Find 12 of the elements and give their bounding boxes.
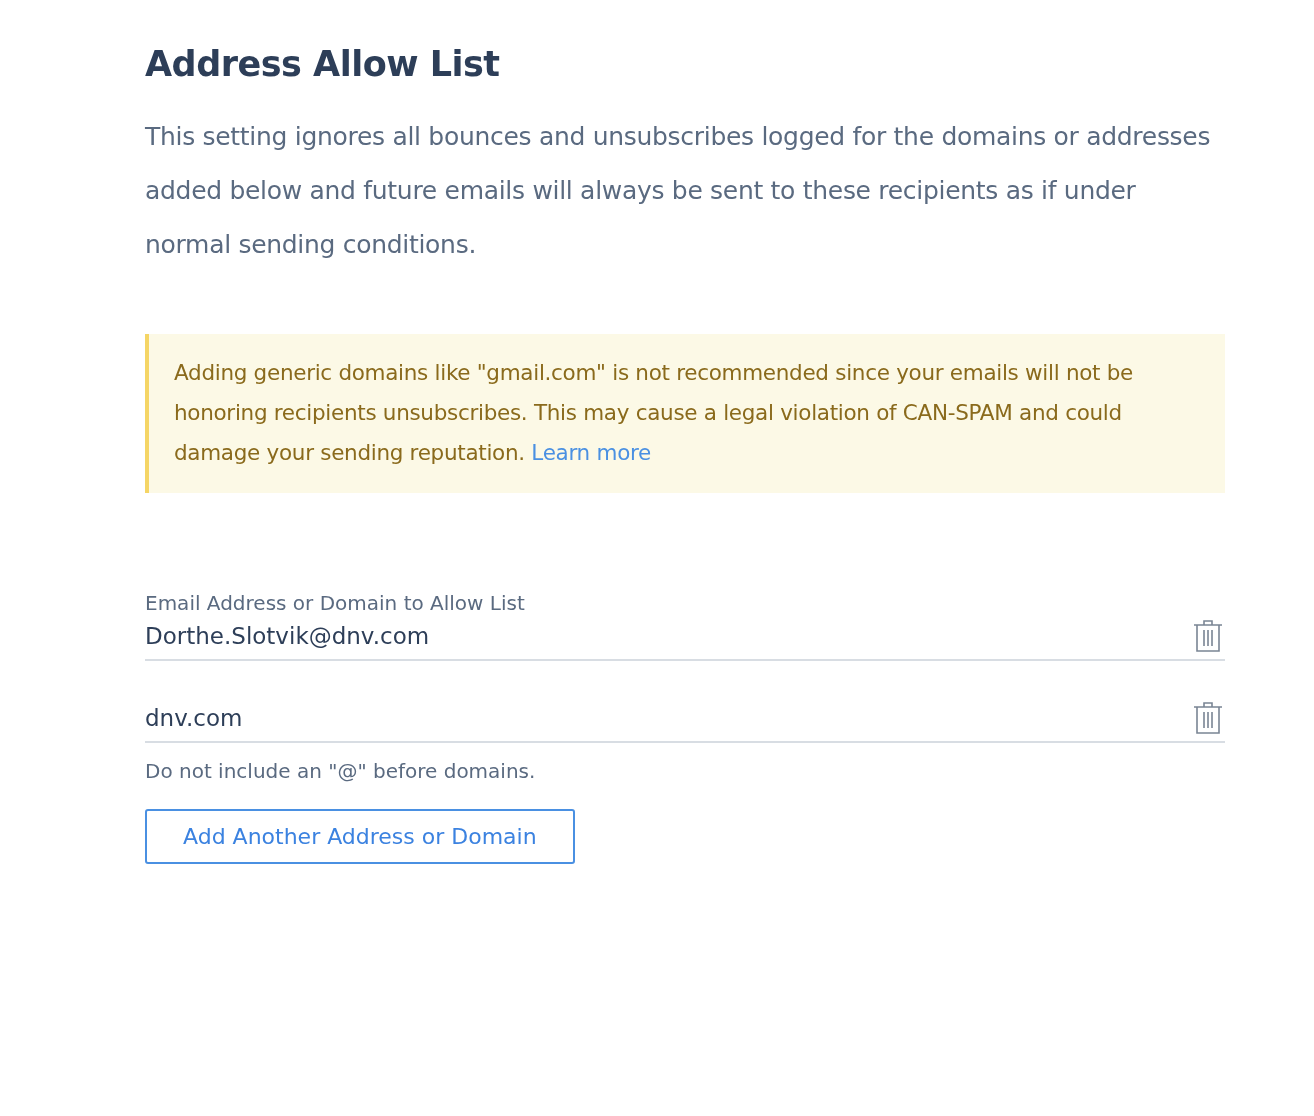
add-address-button[interactable]: Add Another Address or Domain [145,809,575,864]
delete-button[interactable] [1193,620,1223,652]
trash-icon [1193,620,1223,652]
delete-button[interactable] [1193,702,1223,734]
address-field[interactable]: dnv.com [145,701,1193,735]
trash-icon [1193,702,1223,734]
page-title: Address Allow List [145,44,501,84]
address-field[interactable]: Dorthe.Slotvik@dnv.com [145,619,1193,653]
hint-text: Do not include an "@" before domains. [145,759,536,783]
field-label: Email Address or Domain to Allow List [145,591,525,615]
description-text: This setting ignores all bounces and unsubscribes logged for the domains or addresses added below and future emails will always be sent to these recipients as if under normal sending conditions. [145,121,1212,261]
warning-text: Adding generic domains like "gmail.com" is not recommended since your emails will not be honoring recipients unsubscribes. This may cause a legal violation of CAN-SPAM and could damage your sending reputation. Learn more [174,359,1134,467]
